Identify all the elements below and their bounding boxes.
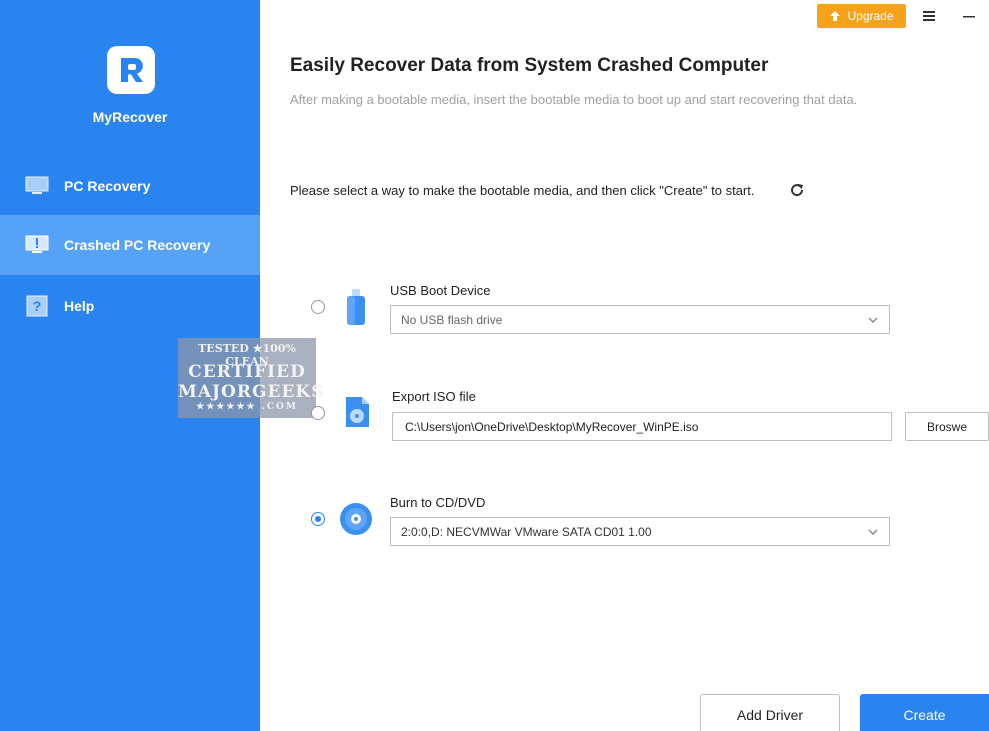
usb-select-value: No USB flash drive (401, 312, 503, 327)
page-subtitle: After making a bootable media, insert th… (290, 92, 858, 107)
usb-drive-icon (345, 288, 367, 331)
watermark-line: MAJORGEEKS (178, 382, 325, 402)
instruction-text: Please select a way to make the bootable… (290, 183, 755, 198)
cd-dvd-option-label: Burn to CD/DVD (390, 495, 486, 510)
usb-radio[interactable] (311, 300, 325, 314)
add-driver-button[interactable]: Add Driver (700, 694, 840, 731)
upgrade-button[interactable]: Upgrade (817, 4, 906, 28)
watermark-badge: TESTED ★100% CLEAN CERTIFIED MAJORGEEKS … (178, 338, 325, 418)
app-logo (107, 46, 155, 94)
iso-path-input[interactable] (392, 412, 892, 441)
browse-button[interactable]: Broswe (905, 412, 989, 441)
sidebar-item-label: PC Recovery (64, 178, 151, 194)
page-title: Easily Recover Data from System Crashed … (290, 55, 769, 76)
svg-text:?: ? (33, 298, 42, 314)
watermark-line: CERTIFIED (188, 362, 306, 382)
usb-option-label: USB Boot Device (390, 283, 491, 298)
app-name: MyRecover (92, 109, 168, 125)
cd-dvd-drive-select[interactable]: 2:0:0,D: NECVMWar VMware SATA CD01 1.00 (390, 517, 890, 546)
sidebar-item-pc-recovery[interactable]: PC Recovery (0, 156, 260, 216)
help-icon: ? (25, 295, 49, 317)
sidebar-item-label: Help (64, 298, 95, 314)
sidebar-item-label: Crashed PC Recovery (64, 237, 211, 253)
iso-radio[interactable] (311, 406, 325, 420)
refresh-icon[interactable] (788, 181, 806, 199)
minimize-icon[interactable] (960, 8, 978, 24)
monitor-warning-icon (25, 234, 49, 256)
sidebar-item-crashed-pc-recovery[interactable]: Crashed PC Recovery (0, 215, 260, 275)
create-button[interactable]: Create (860, 694, 989, 731)
chevron-down-icon (868, 317, 878, 324)
watermark-line: ★★★★★★ .COM (196, 402, 298, 412)
chevron-down-icon (868, 529, 878, 536)
upgrade-arrow-icon (830, 11, 841, 21)
disc-icon (339, 502, 373, 541)
cd-dvd-select-value: 2:0:0,D: NECVMWar VMware SATA CD01 1.00 (401, 524, 652, 539)
upgrade-label: Upgrade (847, 9, 894, 23)
iso-option-label: Export ISO file (392, 389, 476, 404)
monitor-icon (25, 175, 49, 197)
sidebar-item-help[interactable]: ? Help (0, 276, 260, 336)
iso-file-icon (343, 395, 371, 434)
usb-device-select[interactable]: No USB flash drive (390, 305, 890, 334)
menu-icon[interactable] (920, 8, 938, 24)
cd-dvd-radio[interactable] (311, 512, 325, 526)
